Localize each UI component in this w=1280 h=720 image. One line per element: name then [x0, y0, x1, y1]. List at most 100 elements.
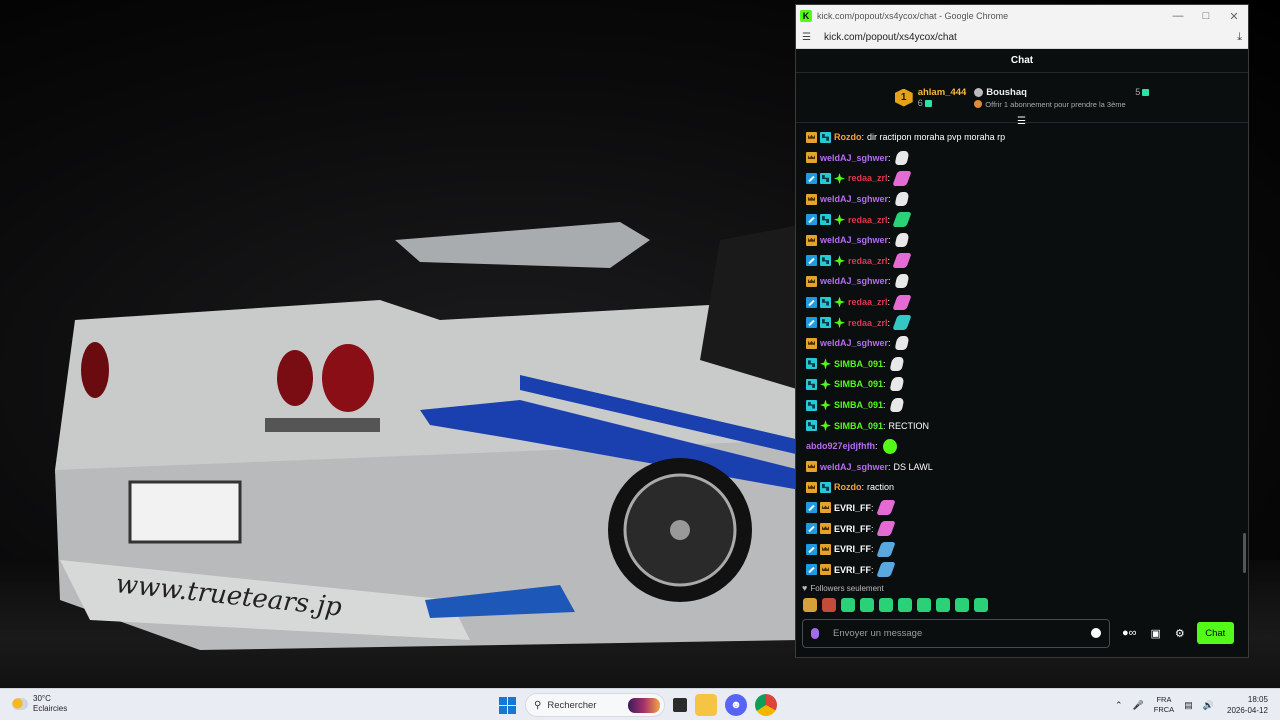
discord-icon[interactable]: ☻ [725, 694, 747, 716]
chat-scrollbar[interactable] [1243, 533, 1246, 573]
chat-username[interactable]: redaa_zrl [848, 297, 888, 307]
network-icon[interactable]: ▤ [1184, 700, 1193, 711]
chat-username[interactable]: SIMBA_091 [834, 421, 883, 431]
og-badge-icon[interactable] [820, 358, 831, 370]
chat-message[interactable]: redaa_zrl: [806, 209, 1240, 230]
chat-message[interactable]: weldAJ_sghwer: [806, 189, 1240, 210]
vip-badge-icon[interactable] [820, 564, 831, 576]
top-gifter[interactable]: 1 ahlam_444 6 [894, 87, 966, 108]
chat-message[interactable]: weldAJ_sghwer: [806, 271, 1240, 292]
emote-icon[interactable] [894, 274, 910, 289]
chat-message[interactable]: EVRI_FF: [806, 518, 1240, 539]
address-bar[interactable]: ☰ kick.com/popout/xs4ycox/chat ⤓ [796, 27, 1248, 49]
chat-username[interactable]: weldAJ_sghwer [820, 338, 888, 348]
chat-message[interactable]: redaa_zrl: [806, 312, 1240, 333]
vip-badge-icon[interactable] [820, 502, 831, 514]
sub-badge-icon[interactable] [820, 131, 831, 143]
language-indicator[interactable]: FRA FRCA [1154, 695, 1174, 715]
og-badge-icon[interactable] [834, 317, 845, 329]
vip-badge-icon[interactable] [806, 152, 817, 164]
mod-badge-icon[interactable] [806, 564, 817, 576]
sub-badge-icon[interactable] [806, 358, 817, 370]
message-input[interactable] [833, 627, 1091, 639]
og-badge-icon[interactable] [834, 214, 845, 226]
emoji-picker-icon[interactable] [1091, 628, 1101, 638]
quick-emote-icon[interactable] [803, 598, 817, 612]
sub-badge-icon[interactable] [806, 420, 817, 432]
mod-badge-icon[interactable] [806, 523, 817, 535]
chat-message[interactable]: SIMBA_091: [806, 374, 1240, 395]
chat-message[interactable]: EVRI_FF: [806, 539, 1240, 560]
og-badge-icon[interactable] [834, 296, 845, 308]
quick-emote-icon[interactable] [822, 598, 836, 612]
vip-badge-icon[interactable] [806, 481, 817, 493]
vip-badge-icon[interactable] [806, 337, 817, 349]
quick-emote-icon[interactable] [898, 598, 912, 612]
emote-icon[interactable] [892, 294, 912, 310]
emote-icon[interactable] [894, 192, 910, 207]
chat-input-box[interactable] [802, 618, 1110, 648]
gift-cta[interactable]: Offrir 1 abonnement pour prendre la 3ème [974, 100, 1149, 109]
mod-badge-icon[interactable] [806, 502, 817, 514]
chat-username[interactable]: redaa_zrl [848, 256, 888, 266]
quick-emote-icon[interactable] [955, 598, 969, 612]
sub-badge-icon[interactable] [820, 317, 831, 329]
chat-username[interactable]: weldAJ_sghwer [820, 235, 888, 245]
chat-message[interactable]: redaa_zrl: [806, 168, 1240, 189]
sub-badge-icon[interactable] [820, 296, 831, 308]
chat-username[interactable]: abdo927ejdjfhfh [806, 441, 875, 451]
quick-emote-icon[interactable] [879, 598, 893, 612]
chat-username[interactable]: SIMBA_091 [834, 400, 883, 410]
task-view-icon[interactable] [673, 698, 687, 712]
sub-badge-icon[interactable] [820, 481, 831, 493]
vip-badge-icon[interactable] [820, 523, 831, 535]
chat-message[interactable]: abdo927ejdjfhfh: [806, 436, 1240, 457]
chat-message[interactable]: SIMBA_091: [806, 354, 1240, 375]
sub-badge-icon[interactable] [820, 172, 831, 184]
emote-icon[interactable] [894, 150, 910, 165]
mod-badge-icon[interactable] [806, 296, 817, 308]
points-icon[interactable]: ●∞ [1122, 627, 1137, 639]
chat-message[interactable]: Rozdo: raction [806, 477, 1240, 498]
url-text[interactable]: kick.com/popout/xs4ycox/chat [824, 32, 1237, 43]
quick-emote-icon[interactable] [841, 598, 855, 612]
minimize-button[interactable]: — [1164, 5, 1192, 27]
chat-message[interactable]: SIMBA_091: [806, 395, 1240, 416]
chat-message[interactable]: weldAJ_sghwer: [806, 148, 1240, 169]
chat-username[interactable]: weldAJ_sghwer [820, 276, 888, 286]
vip-badge-icon[interactable] [806, 193, 817, 205]
taskbar-search[interactable]: ⚲ Rechercher [525, 693, 665, 717]
chat-username[interactable]: weldAJ_sghwer [820, 462, 888, 472]
chat-username[interactable]: weldAJ_sghwer [820, 194, 888, 204]
emote-icon[interactable] [892, 212, 912, 228]
chat-username[interactable]: EVRI_FF [834, 524, 871, 534]
chat-username[interactable]: EVRI_FF [834, 565, 871, 575]
quick-emote-icon[interactable] [917, 598, 931, 612]
chat-message[interactable]: Rozdo: dir ractipon moraha pvp moraha rp [806, 127, 1240, 148]
emote-icon[interactable] [889, 377, 905, 392]
emote-icon[interactable] [889, 398, 905, 413]
send-chat-button[interactable]: Chat [1196, 622, 1234, 644]
emote-icon[interactable] [882, 438, 897, 454]
maximize-button[interactable]: □ [1192, 5, 1220, 27]
chat-message[interactable]: redaa_zrl: [806, 292, 1240, 313]
chat-message[interactable]: SIMBA_091: RECTION [806, 415, 1240, 436]
chat-username[interactable]: redaa_zrl [848, 318, 888, 328]
mod-badge-icon[interactable] [806, 317, 817, 329]
sub-badge-icon[interactable] [806, 399, 817, 411]
sub-badge-icon[interactable] [820, 214, 831, 226]
og-badge-icon[interactable] [820, 420, 831, 432]
emote-icon[interactable] [892, 253, 912, 269]
og-badge-icon[interactable] [834, 172, 845, 184]
vip-badge-icon[interactable] [806, 461, 817, 473]
emote-icon[interactable] [875, 500, 896, 516]
chat-message[interactable]: weldAJ_sghwer: [806, 230, 1240, 251]
vip-badge-icon[interactable] [820, 543, 831, 555]
emote-icon[interactable] [875, 562, 896, 578]
quick-emote-icon[interactable] [974, 598, 988, 612]
file-explorer-icon[interactable] [695, 694, 717, 716]
mod-badge-icon[interactable] [806, 214, 817, 226]
emote-icon[interactable] [875, 521, 896, 537]
chat-message-list[interactable]: Rozdo: dir ractipon moraha pvp moraha rp w… [796, 123, 1248, 581]
quick-emote-icon[interactable] [936, 598, 950, 612]
